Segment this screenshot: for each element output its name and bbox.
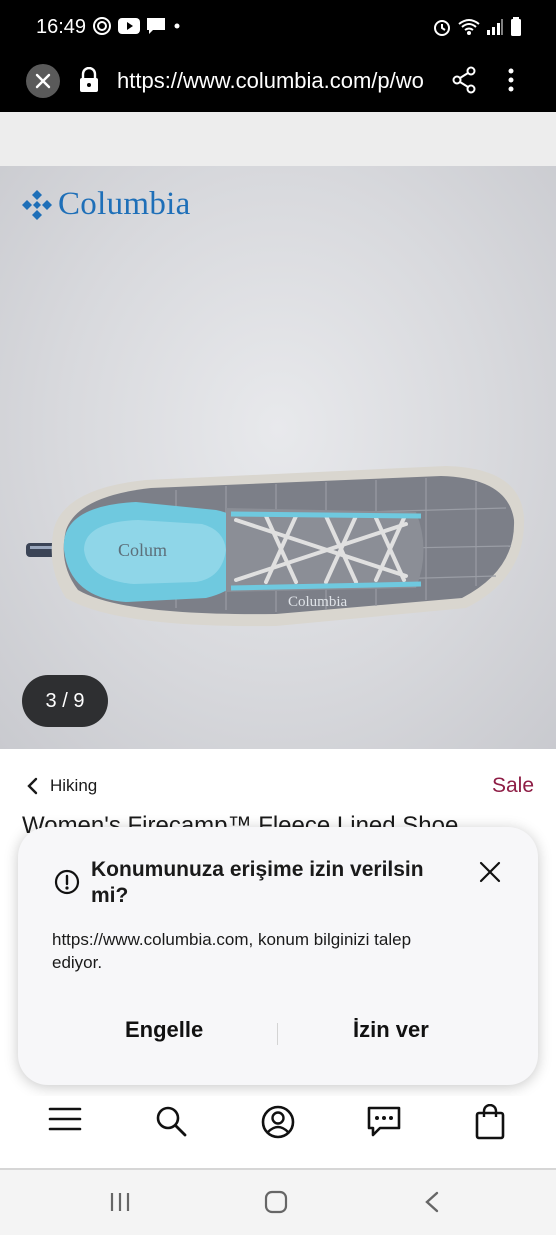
close-tab-button[interactable]	[26, 64, 60, 98]
browser-url-bar: https://www.columbia.com/p/wo	[0, 56, 556, 112]
cell-signal-icon	[487, 19, 503, 35]
system-navigation-bar	[0, 1170, 556, 1235]
dialog-body: https://www.columbia.com, konum bilginiz…	[52, 930, 412, 972]
status-time: 16:49	[36, 16, 87, 38]
product-shoe-image: Colum Columbia	[26, 466, 525, 627]
status-bar: 16:49	[0, 0, 556, 56]
columbia-diamond-icon	[22, 189, 52, 220]
dot-icon	[174, 23, 180, 29]
breadcrumb-label: Hiking	[50, 776, 98, 795]
back-icon[interactable]	[422, 1190, 442, 1214]
home-icon[interactable]	[264, 1190, 288, 1214]
sale-badge: Sale	[491, 774, 534, 797]
dialog-button-row: Engelle İzin ver	[18, 1017, 538, 1049]
alarm-icon	[434, 20, 450, 36]
product-image-carousel[interactable]: Columbia Colum Columbia 3 / 9	[0, 166, 556, 749]
brand-logo[interactable]: Columbia	[20, 186, 191, 223]
allow-button[interactable]: İzin ver	[353, 1017, 429, 1043]
share-icon[interactable]	[451, 66, 477, 94]
close-icon	[35, 73, 51, 89]
battery-icon	[511, 17, 521, 36]
lock-icon	[80, 67, 98, 92]
button-divider	[277, 1023, 278, 1045]
dialog-title: Konumunuza erişime izin verilsin mi?	[91, 858, 424, 907]
wifi-icon	[458, 19, 480, 35]
chat-button[interactable]	[366, 1104, 402, 1138]
account-icon	[261, 1105, 295, 1139]
status-left-icons	[92, 16, 182, 36]
bottom-navigation	[0, 1096, 556, 1168]
signal-app-icon	[93, 17, 111, 35]
menu-button[interactable]	[48, 1104, 82, 1134]
menu-icon	[48, 1107, 82, 1131]
svg-text:Colum: Colum	[118, 540, 167, 560]
bag-button[interactable]	[474, 1104, 506, 1140]
more-vertical-icon[interactable]	[502, 66, 520, 94]
info-alert-icon	[54, 869, 80, 895]
account-button[interactable]	[260, 1104, 296, 1140]
search-icon	[156, 1106, 187, 1137]
youtube-icon	[118, 18, 140, 34]
brand-logo-text: Columbia	[58, 186, 191, 222]
url-address-field[interactable]: https://www.columbia.com/p/wo	[117, 68, 433, 94]
chevron-left-icon	[27, 777, 38, 795]
svg-text:Columbia: Columbia	[288, 594, 348, 610]
bag-icon	[475, 1104, 505, 1140]
page-top-spacer	[0, 112, 556, 166]
search-button[interactable]	[154, 1104, 188, 1138]
close-icon[interactable]	[478, 860, 502, 884]
image-counter-badge: 3 / 9	[22, 675, 108, 727]
block-button[interactable]: Engelle	[125, 1017, 203, 1043]
message-icon	[147, 18, 165, 34]
breadcrumb[interactable]: Hiking	[26, 776, 97, 796]
status-right-icons	[432, 17, 522, 37]
location-permission-dialog: Konumunuza erişime izin verilsin mi? htt…	[18, 827, 538, 1085]
recent-apps-icon[interactable]	[108, 1190, 132, 1214]
chat-icon	[367, 1106, 401, 1137]
